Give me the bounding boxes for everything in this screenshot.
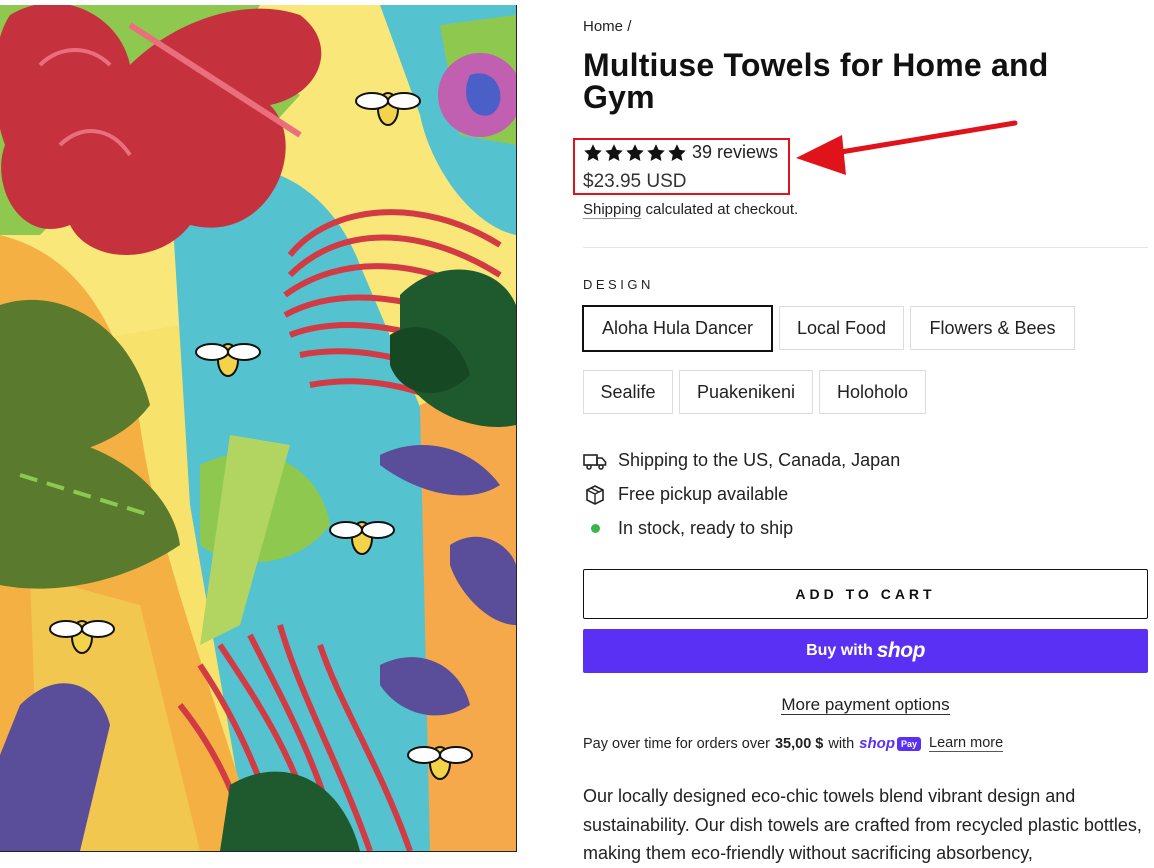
- shop-logo: shop: [859, 735, 895, 752]
- breadcrumb: Home /: [583, 18, 631, 35]
- buy-with-label: Buy with: [806, 642, 873, 659]
- more-payment-options-link[interactable]: More payment options: [781, 695, 950, 715]
- star-rating: [583, 143, 687, 163]
- feature-pickup-text: Free pickup available: [618, 484, 789, 504]
- product-description: Our locally designed eco-chic towels ble…: [583, 786, 1142, 863]
- product-image[interactable]: [0, 5, 517, 852]
- shop-pay-logo: shop: [876, 639, 926, 662]
- divider: [583, 247, 1148, 248]
- buy-with-shop-button[interactable]: Buy with shop: [583, 629, 1148, 673]
- shop-pay-badge: Pay: [897, 736, 922, 751]
- star-icon: [584, 143, 602, 161]
- shipping-note-text: calculated at checkout.: [641, 201, 799, 218]
- learn-more-link[interactable]: Learn more: [929, 735, 1004, 752]
- design-option-holoholo[interactable]: Holoholo: [819, 370, 926, 414]
- star-icon: [605, 143, 623, 161]
- breadcrumb-separator: /: [627, 18, 632, 35]
- breadcrumb-home-link[interactable]: Home: [583, 18, 623, 35]
- product-price: $23.95 USD: [583, 171, 687, 192]
- installments-banner: Pay over time for orders over 35,00 $ wi…: [583, 735, 1004, 752]
- shipping-note: Shipping calculated at checkout.: [583, 201, 799, 219]
- star-icon: [626, 143, 644, 161]
- rating-row[interactable]: 39 reviews: [583, 142, 778, 163]
- design-option-local-food[interactable]: Local Food: [779, 306, 904, 350]
- feature-stock-text: In stock, ready to ship: [618, 518, 794, 538]
- feature-pickup: Free pickup available: [583, 484, 788, 505]
- product-title: Multiuse Towels for Home and Gym: [583, 47, 1049, 115]
- annotation-arrow-icon: [796, 120, 1018, 175]
- design-option-label: DESIGN: [583, 277, 654, 292]
- installments-with: with: [828, 735, 855, 752]
- star-icon: [668, 143, 686, 161]
- star-icon: [647, 143, 665, 161]
- box-icon: [583, 484, 607, 505]
- installments-text: Pay over time for orders over: [583, 735, 770, 752]
- design-option-puakenikeni[interactable]: Puakenikeni: [679, 370, 813, 414]
- installments-amount: 35,00 $: [774, 735, 824, 752]
- shipping-policy-link[interactable]: Shipping: [583, 201, 642, 219]
- reviews-count-link[interactable]: 39 reviews: [692, 142, 778, 163]
- in-stock-dot-icon: [583, 519, 607, 539]
- design-option-aloha-hula-dancer[interactable]: Aloha Hula Dancer: [582, 305, 773, 352]
- feature-shipping-text: Shipping to the US, Canada, Japan: [618, 450, 901, 470]
- feature-stock: In stock, ready to ship: [583, 518, 793, 539]
- add-to-cart-button[interactable]: ADD TO CART: [583, 569, 1148, 619]
- design-option-flowers-bees[interactable]: Flowers & Bees: [910, 306, 1075, 350]
- feature-shipping: Shipping to the US, Canada, Japan: [583, 450, 900, 471]
- more-payment-options: More payment options: [583, 695, 1148, 715]
- design-option-sealife[interactable]: Sealife: [583, 370, 673, 414]
- truck-icon: [583, 451, 607, 471]
